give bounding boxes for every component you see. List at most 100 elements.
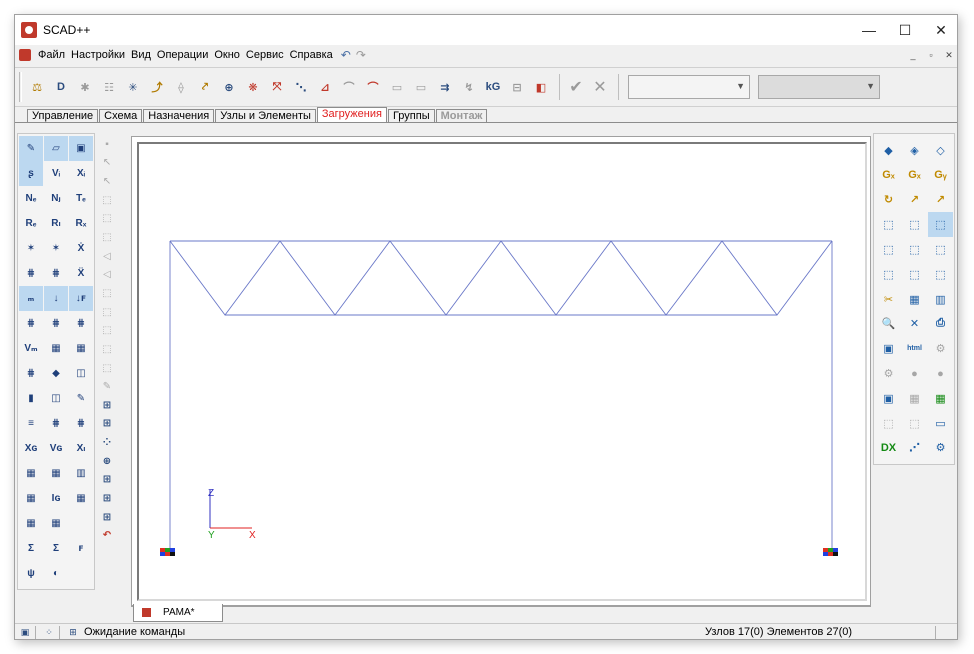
- left-tool-40-icon[interactable]: ▦: [19, 461, 43, 486]
- left-tool-1-icon[interactable]: ✎: [19, 136, 43, 161]
- right-tool-20-icon[interactable]: ▦: [902, 287, 927, 312]
- tab-loads[interactable]: Загружения: [316, 107, 387, 123]
- toolbar-button-9[interactable]: ⊕: [218, 75, 240, 99]
- left-tool-39-icon[interactable]: Xₗ: [69, 436, 93, 461]
- vertical-tool-19-icon[interactable]: ⊞: [99, 471, 115, 490]
- status-grid-icon[interactable]: ⊞: [66, 626, 80, 639]
- left-tool-27-icon[interactable]: ▦: [69, 336, 93, 361]
- right-tool-11-icon[interactable]: ⬚: [902, 212, 927, 237]
- vertical-tool-2-icon[interactable]: ↖: [99, 154, 115, 173]
- right-tool-6-icon[interactable]: Gᵧ: [928, 163, 953, 188]
- menu-view[interactable]: Вид: [128, 49, 154, 61]
- right-tool-18-icon[interactable]: ⬚: [928, 262, 953, 287]
- left-tool-41-icon[interactable]: ▦: [44, 461, 68, 486]
- right-tool-22-icon[interactable]: 🔍: [876, 312, 901, 337]
- left-tool-36-icon[interactable]: ⋕: [69, 411, 93, 436]
- toolbar-button-7[interactable]: ⟠: [170, 75, 192, 99]
- status-display-icon[interactable]: ▣: [18, 626, 32, 639]
- vertical-tool-12-icon[interactable]: ⬚: [99, 340, 115, 359]
- vertical-tool-1-icon[interactable]: ▪: [99, 135, 115, 154]
- vertical-tool-6-icon[interactable]: ⬚: [99, 228, 115, 247]
- toolbar-button-15[interactable]: ⌒: [362, 75, 384, 99]
- vertical-tool-7-icon[interactable]: ◁: [99, 247, 115, 266]
- drawing-viewport[interactable]: Z Y X: [137, 142, 867, 601]
- minimize-button[interactable]: —: [851, 15, 887, 45]
- left-tool-14-icon[interactable]: ✶: [44, 236, 68, 261]
- left-tool-7-icon[interactable]: Nₑ: [19, 186, 43, 211]
- vertical-tool-16-icon[interactable]: ⊞: [99, 415, 115, 434]
- left-tool-28-icon[interactable]: ⋕: [19, 361, 43, 386]
- drawing-area[interactable]: Z Y X: [131, 136, 871, 607]
- toolbar-button-5[interactable]: ✳: [122, 75, 144, 99]
- left-tool-17-icon[interactable]: ⋕: [44, 261, 68, 286]
- menu-settings[interactable]: Настройки: [68, 49, 128, 61]
- right-tool-12-icon[interactable]: ⬚: [928, 212, 953, 238]
- left-tool-13-icon[interactable]: ✶: [19, 236, 43, 261]
- toolbar-button-17[interactable]: ▭: [410, 75, 432, 99]
- left-tool-10-icon[interactable]: Rₑ: [19, 211, 43, 236]
- toolbar-button-21[interactable]: ⊟: [506, 75, 528, 99]
- right-tool-4-icon[interactable]: Gₓ: [876, 163, 901, 188]
- menu-app-icon[interactable]: [19, 49, 31, 61]
- right-tool-32-icon[interactable]: ▦: [902, 386, 927, 411]
- mdi-restore-button[interactable]: ▫: [923, 48, 939, 62]
- document-tab-rama[interactable]: РАМА*: [133, 604, 223, 622]
- vertical-tool-9-icon[interactable]: ⬚: [99, 284, 115, 303]
- left-tool-4-icon[interactable]: ʂ: [19, 161, 43, 186]
- left-tool-53-icon[interactable]: ◐: [44, 561, 68, 586]
- toolbar-button-3[interactable]: ✱: [74, 75, 96, 99]
- toolbar-button-13[interactable]: ⊿: [314, 75, 336, 99]
- tab-assignments[interactable]: Назначения: [143, 109, 215, 123]
- vertical-tool-10-icon[interactable]: ⬚: [99, 303, 115, 322]
- left-tool-52-icon[interactable]: ψ: [19, 561, 43, 586]
- right-tool-17-icon[interactable]: ⬚: [902, 262, 927, 287]
- left-tool-5-icon[interactable]: Vᵢ: [44, 161, 68, 186]
- right-tool-26-icon[interactable]: html: [902, 336, 927, 361]
- load-case-combo[interactable]: ▼: [628, 75, 750, 99]
- menu-help[interactable]: Справка: [287, 49, 336, 61]
- redo-icon[interactable]: ↷: [356, 48, 366, 62]
- left-tool-26-icon[interactable]: ▦: [44, 336, 68, 361]
- undo-icon[interactable]: ↶: [341, 48, 351, 62]
- vertical-tool-15-icon[interactable]: ⊞: [99, 396, 115, 415]
- right-tool-3-icon[interactable]: ◇: [928, 138, 953, 163]
- left-tool-42-icon[interactable]: ▥: [69, 461, 93, 486]
- toolbar-button-18[interactable]: ⇉: [434, 75, 456, 99]
- tab-scheme[interactable]: Схема: [99, 109, 143, 123]
- left-tool-49-icon[interactable]: Σ: [19, 536, 43, 561]
- vertical-tool-3-icon[interactable]: ↖: [99, 172, 115, 191]
- toolbar-button-22[interactable]: ◧: [530, 75, 552, 99]
- right-tool-35-icon[interactable]: ⬚: [902, 411, 927, 436]
- maximize-button[interactable]: ☐: [887, 15, 923, 45]
- status-nodes-icon[interactable]: ⁘: [42, 626, 56, 639]
- right-tool-39-icon[interactable]: ⚙: [928, 436, 953, 461]
- left-tool-23-icon[interactable]: ⋕: [44, 311, 68, 336]
- right-tool-14-icon[interactable]: ⬚: [902, 237, 927, 262]
- right-tool-5-icon[interactable]: Gₓ: [902, 163, 927, 188]
- toolbar-button-2[interactable]: D: [50, 75, 72, 99]
- right-tool-31-icon[interactable]: ▣: [876, 386, 901, 411]
- menu-operations[interactable]: Операции: [154, 49, 211, 61]
- menu-window[interactable]: Окно: [211, 49, 243, 61]
- toolbar-button-10[interactable]: ❋: [242, 75, 264, 99]
- left-tool-35-icon[interactable]: ⋕: [44, 411, 68, 436]
- mdi-minimize-button[interactable]: _: [905, 48, 921, 62]
- left-tool-8-icon[interactable]: Nⱼ: [44, 186, 68, 211]
- vertical-tool-11-icon[interactable]: ⬚: [99, 321, 115, 340]
- toolbar-button-1[interactable]: ⚖: [26, 75, 48, 99]
- left-tool-45-icon[interactable]: ▦: [69, 486, 93, 511]
- left-tool-16-icon[interactable]: ⋕: [19, 261, 43, 286]
- left-tool-24-icon[interactable]: ⋕: [69, 311, 93, 336]
- left-tool-20-icon[interactable]: ↓: [44, 286, 68, 311]
- right-tool-16-icon[interactable]: ⬚: [876, 262, 901, 287]
- right-tool-25-icon[interactable]: ▣: [876, 336, 901, 361]
- right-tool-1-icon[interactable]: ◆: [876, 138, 901, 163]
- right-tool-38-icon[interactable]: ⋰: [902, 436, 927, 461]
- left-tool-18-icon[interactable]: Ẍ: [69, 261, 93, 286]
- toolbar-button-4[interactable]: ☷: [98, 75, 120, 99]
- vertical-tool-18-icon[interactable]: ⊕: [99, 452, 115, 471]
- vertical-tool-4-icon[interactable]: ⬚: [99, 191, 115, 210]
- left-tool-19-icon[interactable]: ₘ: [19, 286, 43, 311]
- right-tool-7-icon[interactable]: ↻: [876, 188, 901, 213]
- toolbar-button-19[interactable]: ↯: [458, 75, 480, 99]
